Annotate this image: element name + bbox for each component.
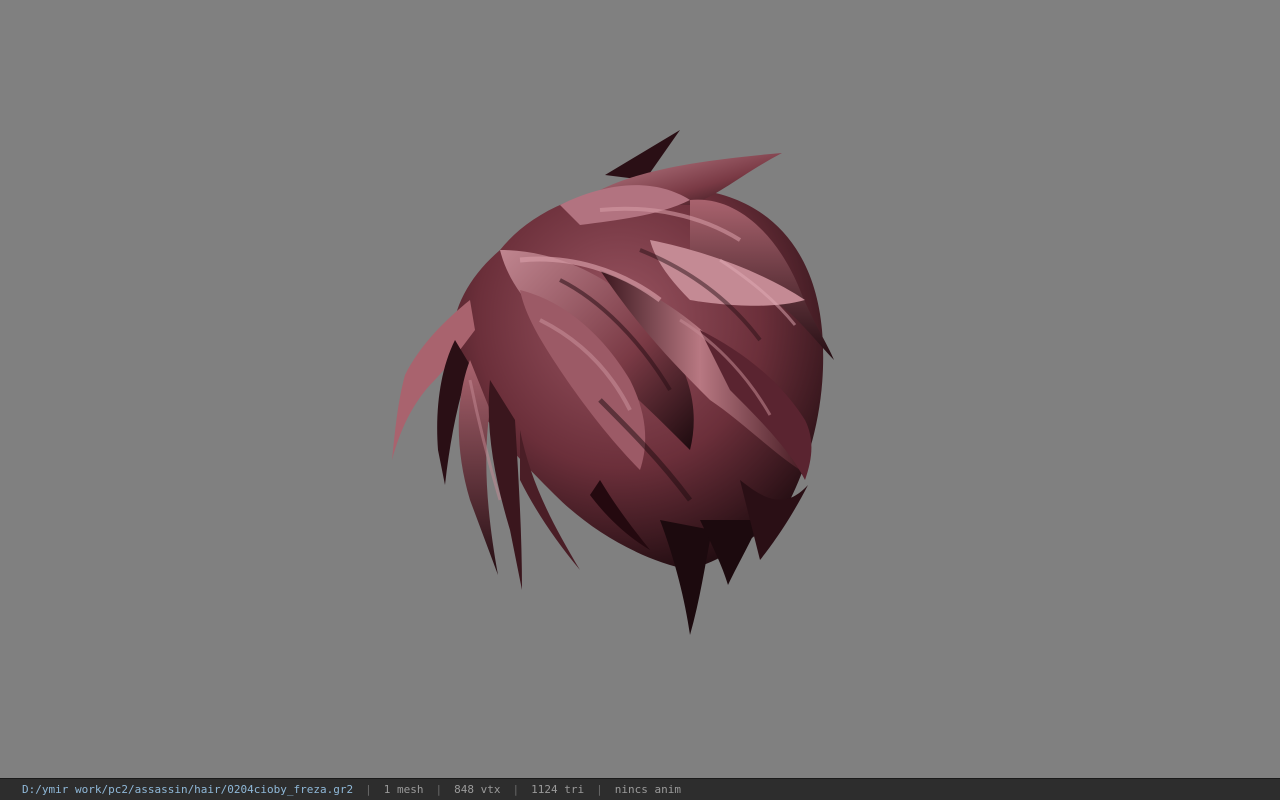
3d-viewport[interactable] — [0, 0, 1280, 778]
triangle-count: 1124 tri — [531, 783, 585, 796]
status-bar: D:/ymir work/pc2/assassin/hair/0204cioby… — [0, 778, 1280, 800]
file-path: D:/ymir work/pc2/assassin/hair/0204cioby… — [22, 783, 354, 796]
mesh-count: 1 mesh — [383, 783, 424, 796]
separator: | — [435, 783, 443, 796]
vertex-count: 848 vtx — [454, 783, 501, 796]
hair-model — [392, 130, 834, 635]
separator: | — [596, 783, 603, 796]
separator: | — [365, 783, 372, 796]
animation-status: nincs anim — [614, 783, 681, 796]
separator: | — [512, 783, 520, 796]
